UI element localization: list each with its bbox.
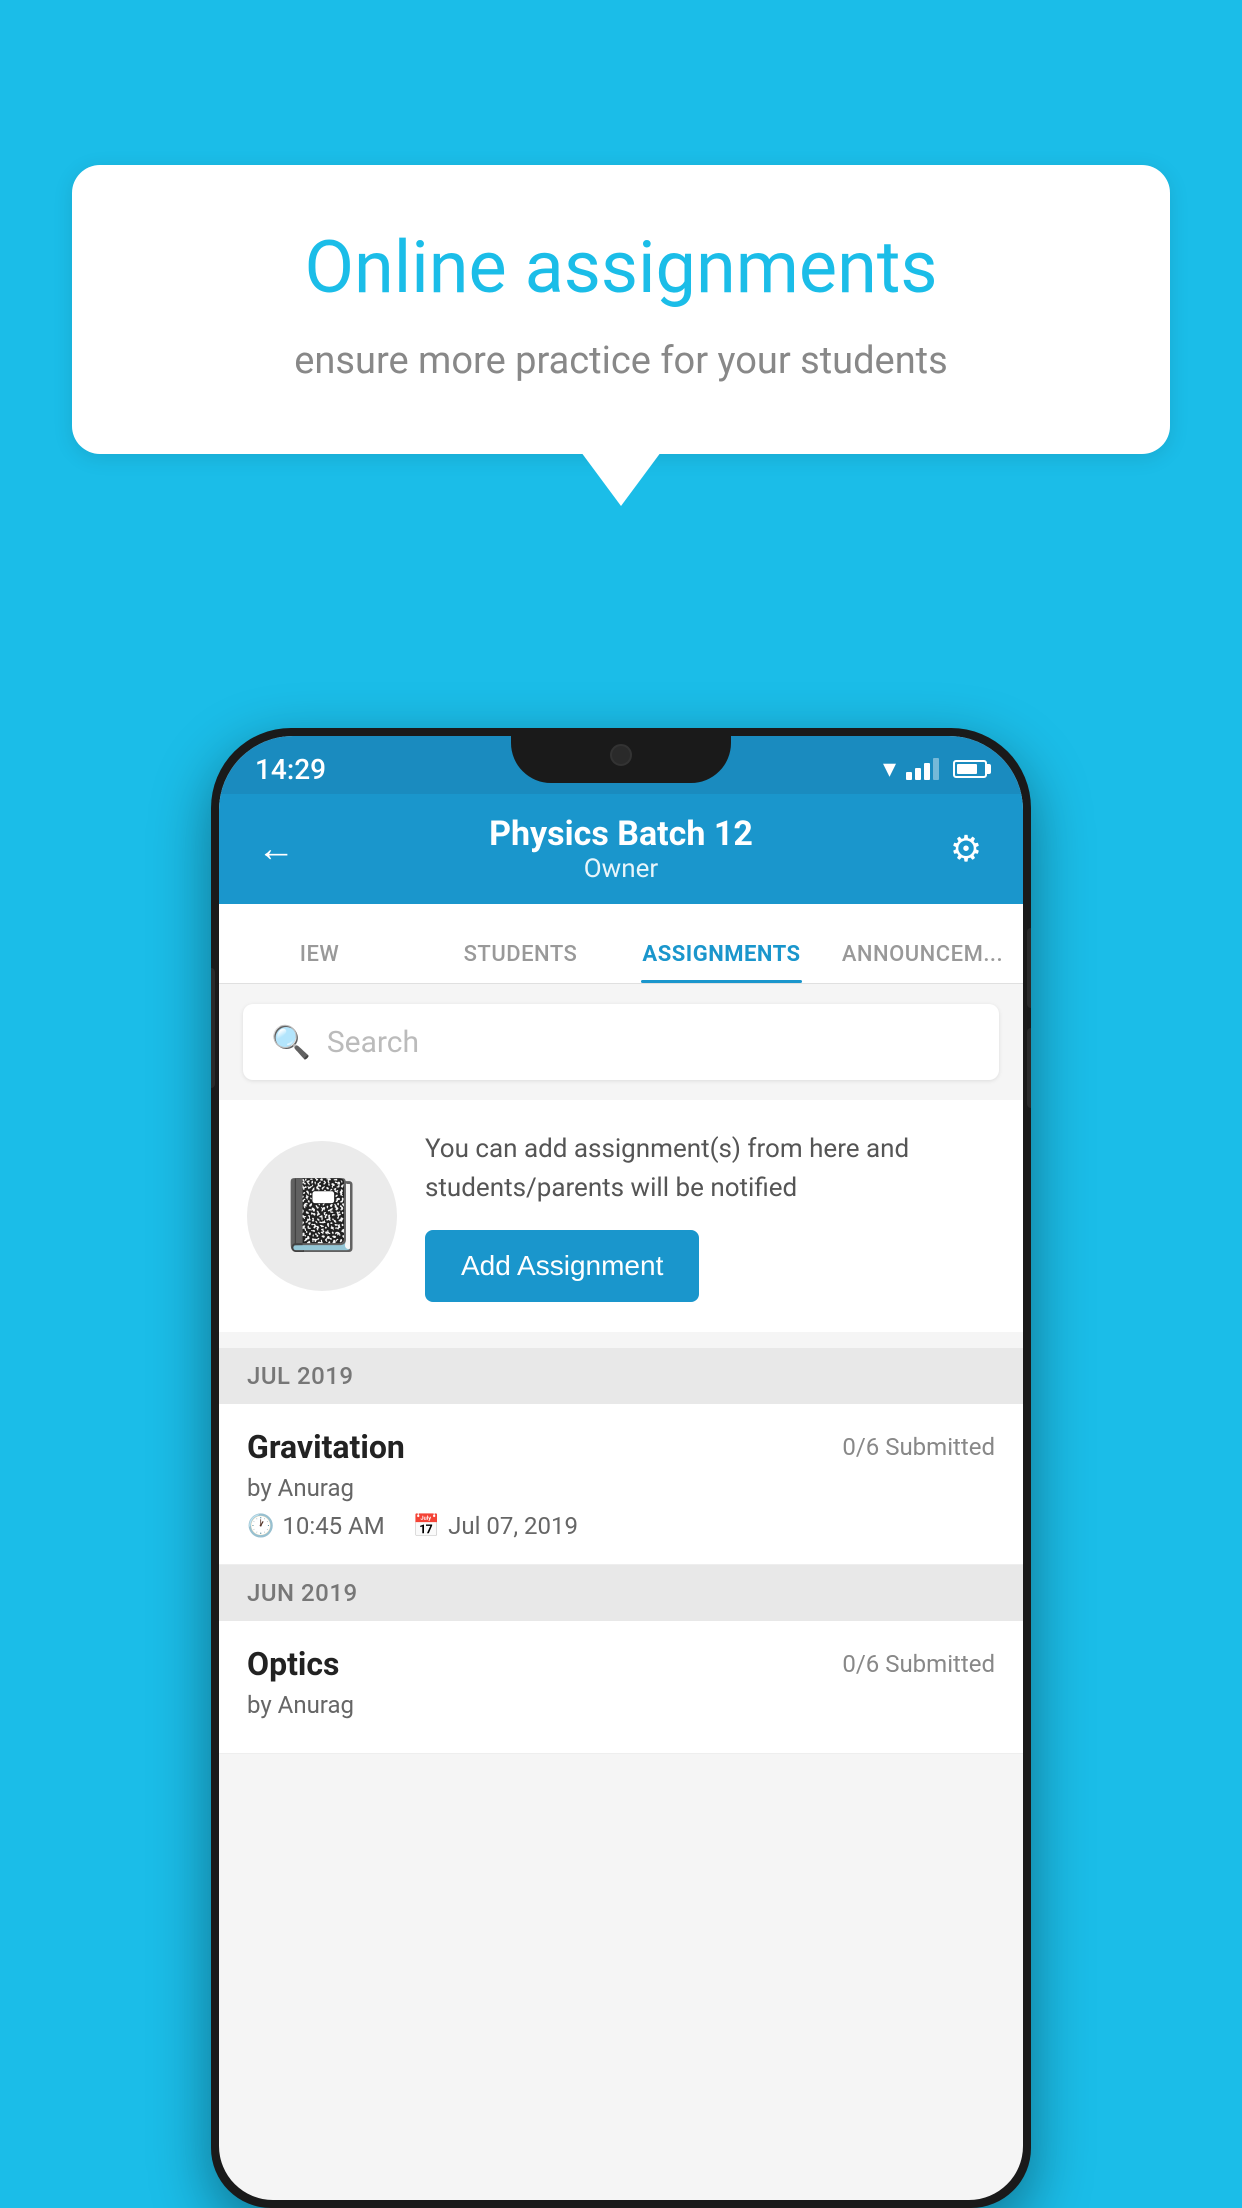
wifi-icon: ▾ [883, 754, 896, 784]
signal-bar-2 [915, 768, 921, 780]
assignment-item-gravitation[interactable]: Gravitation 0/6 Submitted by Anurag 🕐 10… [219, 1404, 1023, 1565]
status-icons: ▾ [883, 754, 987, 784]
search-icon: 🔍 [271, 1023, 311, 1061]
assignment-item-header: Gravitation 0/6 Submitted [247, 1428, 995, 1466]
clock-icon: 🕐 [247, 1514, 274, 1539]
add-assignment-button[interactable]: Add Assignment [425, 1230, 699, 1302]
assignment-submitted-gravitation: 0/6 Submitted [842, 1433, 995, 1461]
volume-down-button [1027, 1028, 1031, 1108]
assignment-author-optics: by Anurag [247, 1691, 995, 1719]
assignment-submitted-optics: 0/6 Submitted [842, 1650, 995, 1678]
phone-frame: 14:29 ▾ ← Physics Batch 12 Owner [211, 728, 1031, 2208]
back-button[interactable]: ← [251, 827, 301, 871]
bubble-title: Online assignments [142, 225, 1100, 311]
app-header: ← Physics Batch 12 Owner ⚙ [219, 794, 1023, 904]
tab-students[interactable]: STUDENTS [420, 942, 621, 983]
settings-icon[interactable]: ⚙ [941, 828, 991, 870]
assignment-date-value: Jul 07, 2019 [448, 1512, 578, 1540]
assignment-item-optics[interactable]: Optics 0/6 Submitted by Anurag [219, 1621, 1023, 1754]
speech-bubble: Online assignments ensure more practice … [72, 165, 1170, 454]
month-divider-jun: JUN 2019 [219, 1565, 1023, 1621]
tab-assignments[interactable]: ASSIGNMENTS [621, 942, 822, 983]
power-button [211, 968, 215, 1088]
search-placeholder-text: Search [327, 1025, 419, 1060]
status-time: 14:29 [255, 753, 326, 786]
signal-bar-3 [924, 763, 930, 780]
header-center: Physics Batch 12 Owner [489, 814, 753, 884]
search-bar[interactable]: 🔍 Search [243, 1004, 999, 1080]
speech-bubble-container: Online assignments ensure more practice … [72, 165, 1170, 454]
content-area: 🔍 Search 📓 You can add assignment(s) fro… [219, 984, 1023, 1754]
month-label-jul: JUL 2019 [247, 1362, 354, 1390]
signal-bar-1 [906, 772, 912, 780]
assignment-description: You can add assignment(s) from here and … [425, 1130, 995, 1208]
bubble-subtitle: ensure more practice for your students [142, 335, 1100, 388]
signal-bar-4 [933, 758, 939, 780]
notebook-icon: 📓 [278, 1175, 365, 1257]
phone-screen: 14:29 ▾ ← Physics Batch 12 Owner [219, 736, 1023, 2200]
header-subtitle: Owner [489, 854, 753, 884]
phone-notch [511, 728, 731, 783]
month-divider-jul: JUL 2019 [219, 1348, 1023, 1404]
battery-icon [953, 760, 987, 778]
signal-icon [906, 758, 939, 780]
assignment-meta-gravitation: 🕐 10:45 AM 📅 Jul 07, 2019 [247, 1512, 995, 1540]
tab-overview[interactable]: IEW [219, 942, 420, 983]
assignment-info: You can add assignment(s) from here and … [425, 1130, 995, 1302]
header-title: Physics Batch 12 [489, 814, 753, 854]
assignment-time-value: 10:45 AM [282, 1512, 384, 1540]
assignment-time-gravitation: 🕐 10:45 AM [247, 1512, 385, 1540]
tab-bar: IEW STUDENTS ASSIGNMENTS ANNOUNCEM... [219, 904, 1023, 984]
tab-announcements[interactable]: ANNOUNCEM... [822, 942, 1023, 983]
assignment-item-header-optics: Optics 0/6 Submitted [247, 1645, 995, 1683]
volume-up-button [1027, 928, 1031, 1008]
assignment-title-optics: Optics [247, 1645, 339, 1683]
calendar-icon: 📅 [413, 1514, 440, 1539]
front-camera [610, 744, 632, 766]
assignment-author-gravitation: by Anurag [247, 1474, 995, 1502]
assignment-title-gravitation: Gravitation [247, 1428, 405, 1466]
add-assignment-card: 📓 You can add assignment(s) from here an… [219, 1100, 1023, 1332]
battery-fill [957, 764, 977, 774]
month-label-jun: JUN 2019 [247, 1579, 358, 1607]
assignment-date-gravitation: 📅 Jul 07, 2019 [413, 1512, 578, 1540]
assignment-illustration: 📓 [247, 1141, 397, 1291]
